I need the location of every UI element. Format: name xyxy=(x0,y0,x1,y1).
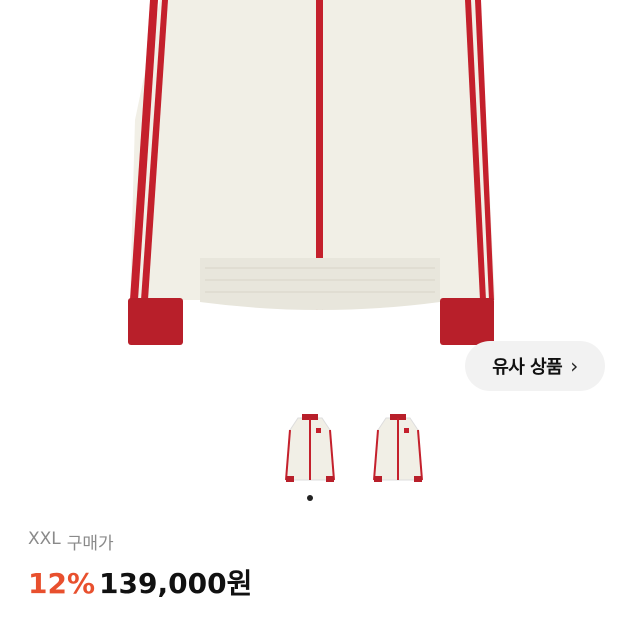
track-jacket-thumbnail-front-alt xyxy=(373,414,423,482)
price-value: 139,000원 xyxy=(99,567,253,600)
size-purchase-label: XXL 구매가 xyxy=(28,529,114,554)
size-value: XXL xyxy=(28,529,61,549)
discount-rate: 12% xyxy=(28,567,96,600)
purchase-price-label: 구매가 xyxy=(66,534,114,554)
thumbnail-strip xyxy=(0,410,620,490)
pager-dot-active xyxy=(307,495,313,501)
track-jacket-thumbnail-front xyxy=(285,414,335,482)
price-row: 12% 139,000원 xyxy=(28,562,252,602)
track-jacket-image xyxy=(128,0,495,345)
thumbnail-2[interactable] xyxy=(368,410,428,485)
chevron-right-icon: › xyxy=(570,354,578,378)
thumbnail-1[interactable] xyxy=(280,410,340,485)
similar-products-button[interactable]: 유사 상품 › xyxy=(465,341,605,391)
product-image[interactable] xyxy=(0,0,620,400)
similar-products-label: 유사 상품 xyxy=(492,357,563,378)
